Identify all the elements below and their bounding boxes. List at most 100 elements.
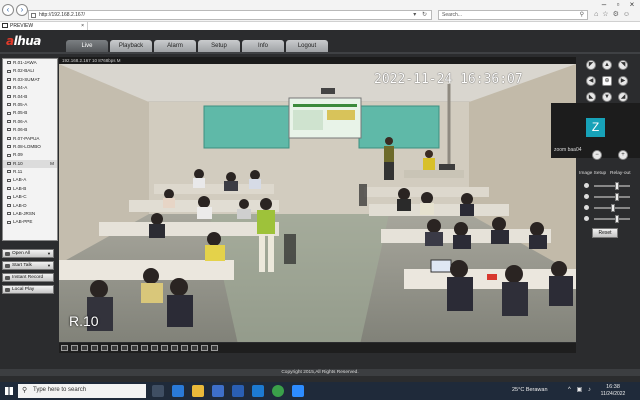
- slider-knob[interactable]: [615, 215, 620, 223]
- start-talk-button[interactable]: Start Talk ▼: [2, 261, 54, 270]
- device-item[interactable]: R.05-B: [3, 109, 57, 117]
- mail-icon[interactable]: [232, 385, 244, 397]
- maximize-button[interactable]: ▫: [612, 0, 624, 10]
- browser-tool-icons[interactable]: ⌂☆⚙☺: [594, 10, 634, 18]
- nav-tab-info[interactable]: Info: [242, 40, 284, 52]
- address-bar[interactable]: http://192.168.2.167/ ▾ ↻: [28, 10, 432, 20]
- image-setup-tab[interactable]: Image Setup: [579, 171, 606, 176]
- saturation-slider[interactable]: [584, 204, 634, 212]
- nav-tab-alarm[interactable]: Alarm: [154, 40, 196, 52]
- ptz-right-button[interactable]: ▶: [618, 76, 628, 86]
- layout-9-icon[interactable]: [91, 345, 98, 351]
- nav-tab-setup[interactable]: Setup: [198, 40, 240, 52]
- tab-close-icon[interactable]: ×: [81, 22, 84, 30]
- system-tray-icons[interactable]: ^ ▣ ♪: [568, 386, 593, 393]
- device-item[interactable]: R.07-PAPUA: [3, 135, 57, 143]
- layout-16-icon[interactable]: [101, 345, 108, 351]
- device-item[interactable]: R.06-A: [3, 118, 57, 126]
- setting-icon[interactable]: [211, 345, 218, 351]
- ptz-down-button[interactable]: ▼: [602, 92, 612, 102]
- device-item[interactable]: R.05-A: [3, 101, 57, 109]
- device-item[interactable]: LAB-PPE: [3, 218, 57, 226]
- ptz-icon[interactable]: [201, 345, 208, 351]
- ptz-down-left-button[interactable]: ◣: [586, 92, 596, 102]
- layout-1-icon[interactable]: [71, 345, 78, 351]
- stream-icon[interactable]: [191, 345, 198, 351]
- device-item[interactable]: R.08-LOMBO: [3, 143, 57, 151]
- device-item[interactable]: LAB-D: [3, 202, 57, 210]
- nav-tab-logout[interactable]: Logout: [286, 40, 328, 52]
- classroom-camera-feed: [59, 64, 576, 342]
- fullscreen-icon[interactable]: [61, 345, 68, 351]
- nav-tab-live[interactable]: Live: [66, 40, 108, 52]
- address-controls[interactable]: ▾ ↻: [413, 11, 429, 18]
- layout-4-icon[interactable]: [81, 345, 88, 351]
- slider-knob[interactable]: [611, 204, 615, 212]
- file-explorer-icon[interactable]: [192, 385, 204, 397]
- device-item[interactable]: LAB-B: [3, 185, 57, 193]
- snapshot-icon[interactable]: [131, 345, 138, 351]
- chrome-icon[interactable]: [272, 385, 284, 397]
- browser-tab[interactable]: PREVIEW ×: [0, 22, 88, 30]
- record-toggle-icon[interactable]: [141, 345, 148, 351]
- local-play-button[interactable]: Local Play: [2, 285, 54, 294]
- ptz-up-right-button[interactable]: ◥: [618, 60, 628, 70]
- layout-extra-icon[interactable]: [121, 345, 128, 351]
- ptz-up-left-button[interactable]: ◤: [586, 60, 596, 70]
- minimize-button[interactable]: –: [598, 0, 610, 10]
- chevron-down-icon[interactable]: ▼: [47, 250, 51, 257]
- ptz-up-button[interactable]: ▲: [602, 60, 612, 70]
- device-item[interactable]: R.04-B: [3, 93, 57, 101]
- ptz-left-button[interactable]: ◀: [586, 76, 596, 86]
- contrast-slider[interactable]: [584, 193, 634, 201]
- device-item[interactable]: R.02-BALI: [3, 67, 57, 75]
- browser-search-box[interactable]: Search... ⚲: [438, 10, 588, 20]
- taskbar-search[interactable]: ⚲ Type here to search: [18, 384, 146, 398]
- audio-icon[interactable]: [161, 345, 168, 351]
- close-window-button[interactable]: ×: [626, 0, 638, 10]
- layout-custom-icon[interactable]: [111, 345, 118, 351]
- device-item[interactable]: R.11: [3, 168, 57, 176]
- weather-widget[interactable]: 25°C Berawan: [512, 387, 548, 393]
- edge-icon[interactable]: [172, 385, 184, 397]
- taskbar-clock[interactable]: 16:38 11/24/2022: [596, 384, 630, 397]
- device-item-selected[interactable]: R.10 M: [3, 159, 57, 169]
- device-item[interactable]: R.04-A: [3, 84, 57, 92]
- device-item[interactable]: R.03-SUMAT: [3, 76, 57, 84]
- instant-record-button[interactable]: Instant Record: [2, 273, 54, 282]
- device-item[interactable]: LAB-C: [3, 193, 57, 201]
- open-all-button[interactable]: Open All ▼: [2, 249, 54, 258]
- close-all-icon[interactable]: [171, 345, 178, 351]
- store-icon[interactable]: [212, 385, 224, 397]
- device-item[interactable]: R.01-JAWA: [3, 59, 57, 67]
- reset-button[interactable]: Reset: [592, 228, 618, 238]
- camera-icon: [7, 203, 11, 207]
- device-item[interactable]: LAB-JRSN: [3, 210, 57, 218]
- chevron-down-icon[interactable]: ▼: [47, 262, 51, 269]
- nav-tab-playback[interactable]: Playback: [110, 40, 152, 52]
- slider-knob[interactable]: [615, 193, 620, 201]
- search-icon[interactable]: ⚲: [580, 11, 584, 18]
- ptz-center-button[interactable]: ⊕: [602, 76, 612, 86]
- live-video[interactable]: 192.168.2.167 10 8768bps M 2022-11-24 16…: [59, 57, 576, 342]
- internet-explorer-icon[interactable]: [252, 385, 264, 397]
- start-button[interactable]: [0, 382, 18, 400]
- device-item[interactable]: R.09: [3, 151, 57, 159]
- brightness-slider[interactable]: [584, 182, 634, 190]
- hue-slider[interactable]: [584, 215, 634, 223]
- zoom-app-icon[interactable]: [292, 385, 304, 397]
- zoom-in-button[interactable]: +: [618, 150, 628, 160]
- slider-knob[interactable]: [615, 182, 620, 190]
- task-view-icon[interactable]: [152, 385, 164, 397]
- device-item[interactable]: LAB-A: [3, 176, 57, 184]
- zoom-icon[interactable]: [151, 345, 158, 351]
- forward-button[interactable]: ›: [16, 4, 28, 16]
- device-list[interactable]: R.01-JAWA R.02-BALI R.03-SUMAT R.04-A R.…: [2, 58, 58, 241]
- device-item[interactable]: R.06-B: [3, 126, 57, 134]
- back-button[interactable]: ‹: [2, 4, 14, 16]
- video-info-bar: 192.168.2.167 10 8768bps M: [59, 57, 576, 64]
- talk-icon[interactable]: [181, 345, 188, 351]
- relay-out-tab[interactable]: Relay-out: [610, 171, 631, 176]
- ptz-down-right-button[interactable]: ◢: [618, 92, 628, 102]
- zoom-out-button[interactable]: −: [592, 150, 602, 160]
